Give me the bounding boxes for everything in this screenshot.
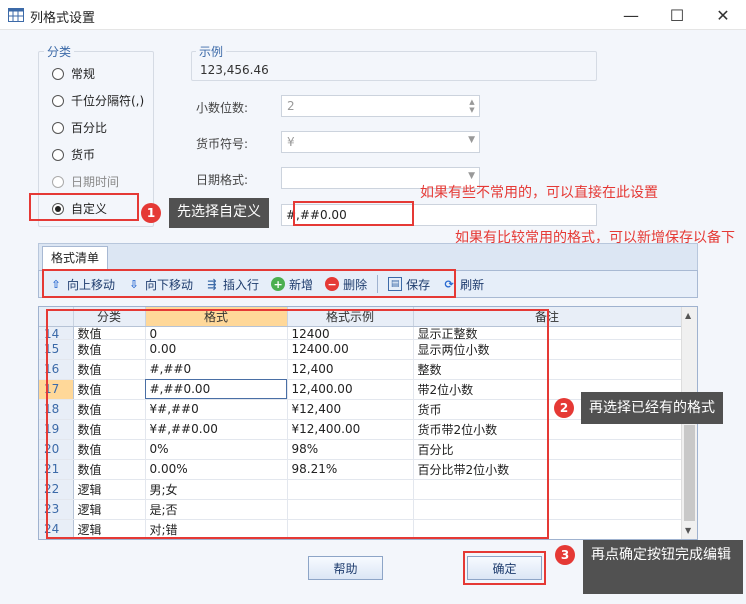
chevron-down-icon: ▼ <box>468 135 475 145</box>
radio-label: 千位分隔符(,) <box>71 94 145 108</box>
highlight-grid <box>46 309 549 539</box>
decimals-stepper: 2 ▲ ▼ <box>281 95 480 117</box>
callout-step-3: 再点确定按钮完成编辑 <box>583 540 743 594</box>
sample-group-label: 示例 <box>196 43 227 60</box>
minimize-icon: — <box>623 5 639 25</box>
chevron-down-icon: ▼ <box>468 171 475 181</box>
decimals-label: 小数位数: <box>196 101 249 115</box>
refresh-label: 刷新 <box>460 277 485 292</box>
minimize-button[interactable]: — <box>608 0 654 30</box>
radio-dot <box>52 175 64 188</box>
radio-dot <box>52 94 64 107</box>
radio-general[interactable]: 常规 <box>52 65 95 82</box>
sample-value: 123,456.46 <box>200 63 269 77</box>
radio-currency[interactable]: 货币 <box>52 146 95 163</box>
help-button[interactable]: 帮助 <box>308 556 383 580</box>
app-icon <box>8 8 24 22</box>
step-badge-2: 2 <box>554 398 574 418</box>
category-group-label: 分类 <box>44 43 75 60</box>
radio-percent[interactable]: 百分比 <box>52 119 107 136</box>
highlight-custom-radio <box>29 193 139 221</box>
tab-strip <box>38 243 698 270</box>
close-icon: ✕ <box>716 5 730 25</box>
radio-dot <box>52 67 64 80</box>
step-badge-1: 1 <box>141 203 161 223</box>
spin-arrows-icon: ▲ ▼ <box>469 98 475 114</box>
currency-value: ¥ <box>287 135 295 149</box>
radio-datetime: 日期时间 <box>52 173 119 190</box>
scroll-down-icon[interactable]: ▼ <box>685 526 691 535</box>
maximize-button[interactable]: ☐ <box>654 0 700 30</box>
radio-label: 货币 <box>71 148 96 162</box>
step-badge-3: 3 <box>555 545 575 565</box>
radio-label: 日期时间 <box>71 175 120 189</box>
currency-label: 货币符号: <box>196 137 249 151</box>
highlight-toolbar <box>42 269 456 298</box>
callout-step-2: 再选择已经有的格式 <box>581 392 723 424</box>
radio-dot <box>52 121 64 134</box>
radio-label: 常规 <box>71 67 96 81</box>
title-bar: 列格式设置 — ☐ ✕ <box>0 0 746 30</box>
radio-thousands[interactable]: 千位分隔符(,) <box>52 92 144 109</box>
highlight-ok-button <box>463 551 546 585</box>
radio-dot <box>52 148 64 161</box>
radio-label: 百分比 <box>71 121 108 135</box>
callout-step-1: 先选择自定义 <box>169 198 269 228</box>
close-button[interactable]: ✕ <box>700 0 746 30</box>
decimals-value: 2 <box>287 99 295 113</box>
maximize-icon: ☐ <box>669 5 685 25</box>
tab-format-list[interactable]: 格式清单 <box>42 246 108 270</box>
date-format-label: 日期格式: <box>196 173 249 187</box>
currency-select: ¥ ▼ <box>281 131 480 153</box>
highlight-custom-input <box>293 201 414 226</box>
scrollbar-thumb[interactable] <box>684 425 695 521</box>
help-label: 帮助 <box>333 561 358 576</box>
note-uncommon-formats: 如果有些不常用的，可以直接在此设置 <box>420 185 658 201</box>
scroll-up-icon[interactable]: ▲ <box>685 311 691 320</box>
window-title: 列格式设置 <box>30 11 96 26</box>
